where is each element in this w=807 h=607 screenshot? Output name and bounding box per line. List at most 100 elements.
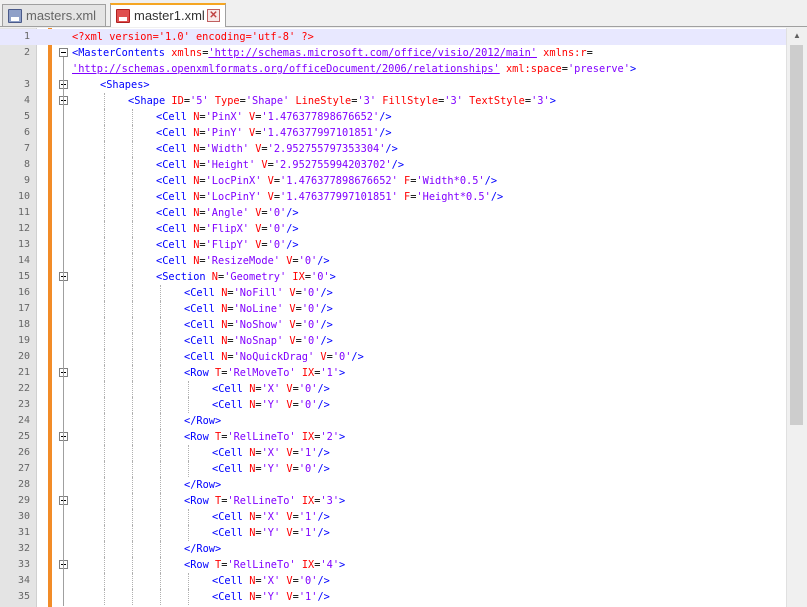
code-line[interactable]: 3 <Shapes> (0, 77, 787, 93)
line-number: 24 (17, 415, 30, 426)
code-line[interactable]: 17 <Cell N='NoLine' V='0'/> (0, 301, 787, 317)
tab-masters-xml[interactable]: masters.xml (2, 4, 106, 26)
code-line[interactable]: 29 <Row T='RelLineTo' IX='3'> (0, 493, 787, 509)
code-line[interactable]: 25 <Row T='RelLineTo' IX='2'> (0, 429, 787, 445)
indent-guide (160, 349, 161, 365)
code-line[interactable]: 22 <Cell N='X' V='0'/> (0, 381, 787, 397)
token-val: 'Y' (261, 399, 281, 411)
scroll-up-icon[interactable]: ▲ (792, 31, 802, 41)
tab-label: masters.xml (26, 8, 97, 23)
close-tab-icon[interactable]: ✕ (207, 9, 220, 22)
indent-guide (132, 429, 133, 445)
indent-guide (104, 397, 105, 413)
token-val: '0' (301, 303, 321, 315)
token-attr: FillStyle (382, 95, 439, 107)
code-text: <Cell N='Width' V='2.952755797353304'/> (156, 141, 398, 157)
tab-master1-xml[interactable]: master1.xml ✕ (110, 3, 226, 27)
code-line[interactable]: 1 <?xml version='1.0' encoding='utf-8' ?> (0, 29, 787, 45)
code-line[interactable]: 26 <Cell N='X' V='1'/> (0, 445, 787, 461)
line-number: 22 (17, 383, 30, 394)
code-line[interactable]: 12 <Cell N='FlipX' V='0'/> (0, 221, 787, 237)
code-line[interactable]: 35 <Cell N='Y' V='1'/> (0, 589, 787, 605)
code-line[interactable]: 6 <Cell N='PinY' V='1.476377997101851'/> (0, 125, 787, 141)
indent-guide (104, 269, 105, 285)
token-val: 'Height*0.5' (416, 191, 491, 203)
token-tag: /> (317, 511, 330, 523)
code-line[interactable]: 8 <Cell N='Height' V='2.952755994203702'/… (0, 157, 787, 173)
indent-guide (188, 445, 189, 461)
code-text: <?xml version='1.0' encoding='utf-8' ?> (72, 29, 314, 45)
code-line[interactable]: 4 <Shape ID='5' Type='Shape' LineStyle='3… (0, 93, 787, 109)
code-line[interactable]: 16 <Cell N='NoFill' V='0'/> (0, 285, 787, 301)
token-val: '0' (332, 351, 352, 363)
indent-guide (104, 221, 105, 237)
indent-guide (132, 189, 133, 205)
token-val: '3' (531, 95, 550, 107)
code-line[interactable]: 33 <Row T='RelLineTo' IX='4'> (0, 557, 787, 573)
code-line[interactable]: 11 <Cell N='Angle' V='0'/> (0, 205, 787, 221)
line-number: 17 (17, 303, 30, 314)
token-tag: /> (391, 159, 405, 171)
token-val: '0' (301, 319, 321, 331)
token-val: '2.952755994203702' (273, 159, 392, 171)
code-line[interactable]: 21 <Row T='RelMoveTo' IX='1'> (0, 365, 787, 381)
code-line[interactable]: 13 <Cell N='FlipY' V='0'/> (0, 237, 787, 253)
code-line[interactable]: 27 <Cell N='Y' V='0'/> (0, 461, 787, 477)
indent-guide (160, 589, 161, 605)
vertical-scrollbar[interactable]: ▲ (786, 28, 807, 607)
token-tag: /> (379, 127, 392, 139)
indent-guide (104, 573, 105, 589)
token-tag: > (549, 95, 556, 107)
line-number: 31 (17, 527, 30, 538)
code-line[interactable]: 31 <Cell N='Y' V='1'/> (0, 525, 787, 541)
code-line[interactable]: 32 </Row> (0, 541, 787, 557)
code-text: <Cell N='ResizeMode' V='0'/> (156, 253, 330, 269)
code-line[interactable]: 23 <Cell N='Y' V='0'/> (0, 397, 787, 413)
code-line[interactable]: 2 <MasterContents xmlns = 'http://schemas.m… (0, 45, 787, 61)
code-line[interactable]: 28 </Row> (0, 477, 787, 493)
token-tag: <Cell (184, 303, 222, 315)
code-text: <Row T='RelLineTo' IX='3'> (184, 493, 345, 509)
token-attr: IX (301, 367, 315, 379)
indent-guide (104, 413, 105, 429)
code-line[interactable]: 9 <Cell N='LocPinX' V='1.476377898676652'… (0, 173, 787, 189)
code-line[interactable]: 19 <Cell N='NoSnap' V='0'/> (0, 333, 787, 349)
code-line[interactable]: 34 <Cell N='X' V='0'/> (0, 573, 787, 589)
indent-guide (160, 381, 161, 397)
code-line[interactable]: 14 <Cell N='ResizeMode' V='0'/> (0, 253, 787, 269)
line-number: 2 (23, 47, 30, 58)
code-line[interactable]: 5 <Cell N='PinX' V='1.476377898676652'/> (0, 109, 787, 125)
code-line[interactable]: 30 <Cell N='X' V='1'/> (0, 509, 787, 525)
token-val: '0' (267, 239, 287, 251)
line-number: 10 (17, 191, 30, 202)
token-val: '5' (190, 95, 209, 107)
code-line[interactable]: 7 <Cell N='Width' V='2.952755797353304'/> (0, 141, 787, 157)
code-line[interactable]: 20 <Cell N='NoQuickDrag' V='0'/> (0, 349, 787, 365)
scrollbar-thumb[interactable] (790, 45, 803, 425)
fold-toggle-icon[interactable] (59, 48, 68, 57)
token-tag: /> (320, 335, 333, 347)
token-val: 'Width*0.5' (416, 175, 485, 187)
code-line[interactable]: 18 <Cell N='NoShow' V='0'/> (0, 317, 787, 333)
line-number: 1 (23, 31, 30, 42)
line-number: 13 (17, 239, 30, 250)
token-tag: /> (385, 143, 398, 155)
indent-guide (160, 397, 161, 413)
indent-guide (132, 589, 133, 605)
token-val: '1' (320, 367, 340, 379)
code-line[interactable]: 15 <Section N='Geometry' IX='0'> (0, 269, 787, 285)
indent-guide (132, 349, 133, 365)
code-text: </Row> (184, 413, 221, 429)
indent-guide (132, 525, 133, 541)
indent-guide (104, 525, 105, 541)
token-tag: <Cell (212, 527, 250, 539)
code-text: <Cell N='PinY' V='1.476377997101851'/> (156, 125, 392, 141)
code-line[interactable]: 'http://schemas.openxmlformats.org/offic… (0, 61, 787, 77)
code-text: <Shapes> (100, 77, 150, 93)
token-tag: <Cell (212, 511, 250, 523)
code-line[interactable]: 24 </Row> (0, 413, 787, 429)
editor-area[interactable]: 1 <?xml version='1.0' encoding='utf-8' ?>… (0, 28, 807, 607)
token-val: 'LocPinY' (205, 191, 262, 203)
token-val: 'RelLineTo' (227, 495, 296, 507)
code-line[interactable]: 10 <Cell N='LocPinY' V='1.476377997101851… (0, 189, 787, 205)
